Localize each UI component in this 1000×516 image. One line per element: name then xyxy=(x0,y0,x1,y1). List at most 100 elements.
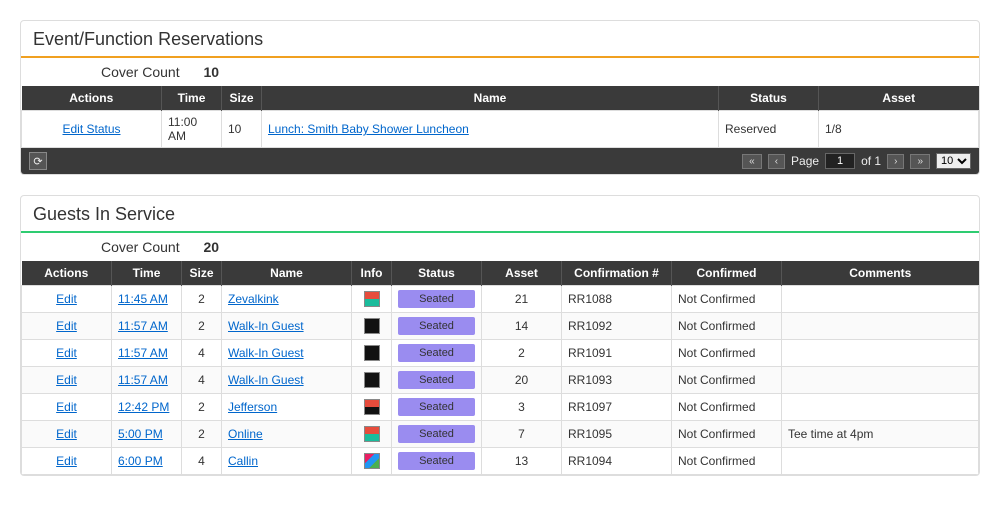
guest-time-link[interactable]: 11:57 AM xyxy=(118,373,168,387)
table-row: Edit11:57 AM4Walk-In GuestSeated20RR1093… xyxy=(22,367,979,394)
guest-size: 2 xyxy=(182,421,222,448)
events-pager: ⟳ « ‹ Page of 1 › » 10 xyxy=(21,148,979,174)
table-row: Edit Status 11:00 AM10 Lunch: Smith Baby S… xyxy=(22,111,979,148)
edit-link[interactable]: Edit xyxy=(56,292,77,306)
table-row: Edit11:45 AM2ZevalkinkSeated21RR1088Not … xyxy=(22,286,979,313)
refresh-icon[interactable]: ⟳ xyxy=(29,152,47,170)
guest-name-link[interactable]: Walk-In Guest xyxy=(228,346,304,360)
events-table: Actions Time Size Name Status Asset Edit… xyxy=(21,86,979,148)
guests-col-name: Name xyxy=(222,261,352,286)
guest-confirmed: Not Confirmed xyxy=(672,286,782,313)
guest-asset: 2 xyxy=(482,340,562,367)
guest-comments: Tee time at 4pm xyxy=(782,421,979,448)
edit-link[interactable]: Edit xyxy=(56,427,77,441)
info-icon[interactable] xyxy=(364,345,380,361)
event-time: 11:00 AM xyxy=(162,111,222,148)
guest-name-link[interactable]: Walk-In Guest xyxy=(228,373,304,387)
guest-confirmation: RR1088 xyxy=(562,286,672,313)
edit-link[interactable]: Edit xyxy=(56,454,77,468)
status-badge: Seated xyxy=(398,344,475,362)
info-icon[interactable] xyxy=(364,399,380,415)
guest-size: 4 xyxy=(182,367,222,394)
guests-col-status: Status xyxy=(392,261,482,286)
event-asset: 1/8 xyxy=(819,111,979,148)
pager-first-button[interactable]: « xyxy=(742,154,762,169)
status-badge: Seated xyxy=(398,425,475,443)
guests-cover-row: Cover Count 20 xyxy=(21,233,979,261)
events-col-size: Size xyxy=(222,86,262,111)
events-col-actions: Actions xyxy=(22,86,162,111)
pager-prev-button[interactable]: ‹ xyxy=(768,154,785,169)
pager-page-input[interactable] xyxy=(825,153,855,169)
guest-asset: 3 xyxy=(482,394,562,421)
guest-time-link[interactable]: 5:00 PM xyxy=(118,427,163,441)
table-row: Edit6:00 PM4CallinSeated13RR1094Not Conf… xyxy=(22,448,979,475)
guest-time-link[interactable]: 11:45 AM xyxy=(118,292,168,306)
events-col-time: Time xyxy=(162,86,222,111)
guest-asset: 13 xyxy=(482,448,562,475)
info-icon[interactable] xyxy=(364,291,380,307)
info-icon[interactable] xyxy=(364,453,380,469)
events-title: Event/Function Reservations xyxy=(21,21,979,54)
status-badge: Seated xyxy=(398,371,475,389)
guests-col-asset: Asset xyxy=(482,261,562,286)
event-size: 10 xyxy=(222,111,262,148)
pager-pagesize-select[interactable]: 10 xyxy=(936,153,971,169)
pager-next-button[interactable]: › xyxy=(887,154,904,169)
events-col-status: Status xyxy=(719,86,819,111)
guest-comments xyxy=(782,448,979,475)
edit-status-link[interactable]: Edit Status xyxy=(62,122,120,136)
guest-confirmed: Not Confirmed xyxy=(672,421,782,448)
guest-time-link[interactable]: 11:57 AM xyxy=(118,319,168,333)
pager-page-label-pre: Page xyxy=(791,154,819,168)
guests-col-confirmation: Confirmation # xyxy=(562,261,672,286)
guests-title: Guests In Service xyxy=(21,196,979,229)
guest-confirmation: RR1092 xyxy=(562,313,672,340)
info-icon[interactable] xyxy=(364,426,380,442)
event-status: Reserved xyxy=(719,111,819,148)
guests-col-confirmed: Confirmed xyxy=(672,261,782,286)
guest-asset: 14 xyxy=(482,313,562,340)
guest-confirmation: RR1091 xyxy=(562,340,672,367)
edit-link[interactable]: Edit xyxy=(56,400,77,414)
guest-name-link[interactable]: Walk-In Guest xyxy=(228,319,304,333)
info-icon[interactable] xyxy=(364,372,380,388)
edit-link[interactable]: Edit xyxy=(56,373,77,387)
events-cover-label: Cover Count xyxy=(101,64,180,80)
guest-confirmation: RR1093 xyxy=(562,367,672,394)
guests-cover-value: 20 xyxy=(203,239,219,255)
guest-time-link[interactable]: 11:57 AM xyxy=(118,346,168,360)
guest-size: 2 xyxy=(182,313,222,340)
status-badge: Seated xyxy=(398,317,475,335)
table-row: Edit 11:57 AM 4 Walk-In Guest Seated 2RR1091N… xyxy=(22,340,979,367)
guest-size: 4 xyxy=(182,448,222,475)
guest-comments xyxy=(782,313,979,340)
guest-name-link[interactable]: Zevalkink xyxy=(228,292,279,306)
events-col-name: Name xyxy=(262,86,719,111)
pager-last-button[interactable]: » xyxy=(910,154,930,169)
guest-time-link[interactable]: 6:00 PM xyxy=(118,454,163,468)
guest-confirmed: Not Confirmed xyxy=(672,367,782,394)
info-icon[interactable] xyxy=(364,318,380,334)
events-cover-row: Cover Count 10 xyxy=(21,58,979,86)
guest-confirmed: Not Confirmed xyxy=(672,340,782,367)
edit-link[interactable]: Edit xyxy=(56,346,77,360)
guest-comments xyxy=(782,286,979,313)
guest-confirmation: RR1097 xyxy=(562,394,672,421)
guest-comments xyxy=(782,340,979,367)
guest-name-link[interactable]: Jefferson xyxy=(228,400,277,414)
events-panel: Event/Function Reservations Cover Count … xyxy=(20,20,980,175)
table-row: Edit5:00 PM2OnlineSeated7RR1095Not Confi… xyxy=(22,421,979,448)
guest-name-link[interactable]: Callin xyxy=(228,454,258,468)
guest-confirmation: RR1095 xyxy=(562,421,672,448)
guest-size: 4 xyxy=(182,340,222,367)
guest-confirmed: Not Confirmed xyxy=(672,313,782,340)
event-name-link[interactable]: Lunch: Smith Baby Shower Luncheon xyxy=(268,122,469,136)
guest-name-link[interactable]: Online xyxy=(228,427,263,441)
guests-col-size: Size xyxy=(182,261,222,286)
guests-table: Actions Time Size Name Info Status Asset… xyxy=(21,261,979,475)
edit-link[interactable]: Edit xyxy=(56,319,77,333)
guest-time-link[interactable]: 12:42 PM xyxy=(118,400,169,414)
guests-cover-label: Cover Count xyxy=(101,239,180,255)
table-row: Edit12:42 PM2JeffersonSeated3RR1097Not C… xyxy=(22,394,979,421)
